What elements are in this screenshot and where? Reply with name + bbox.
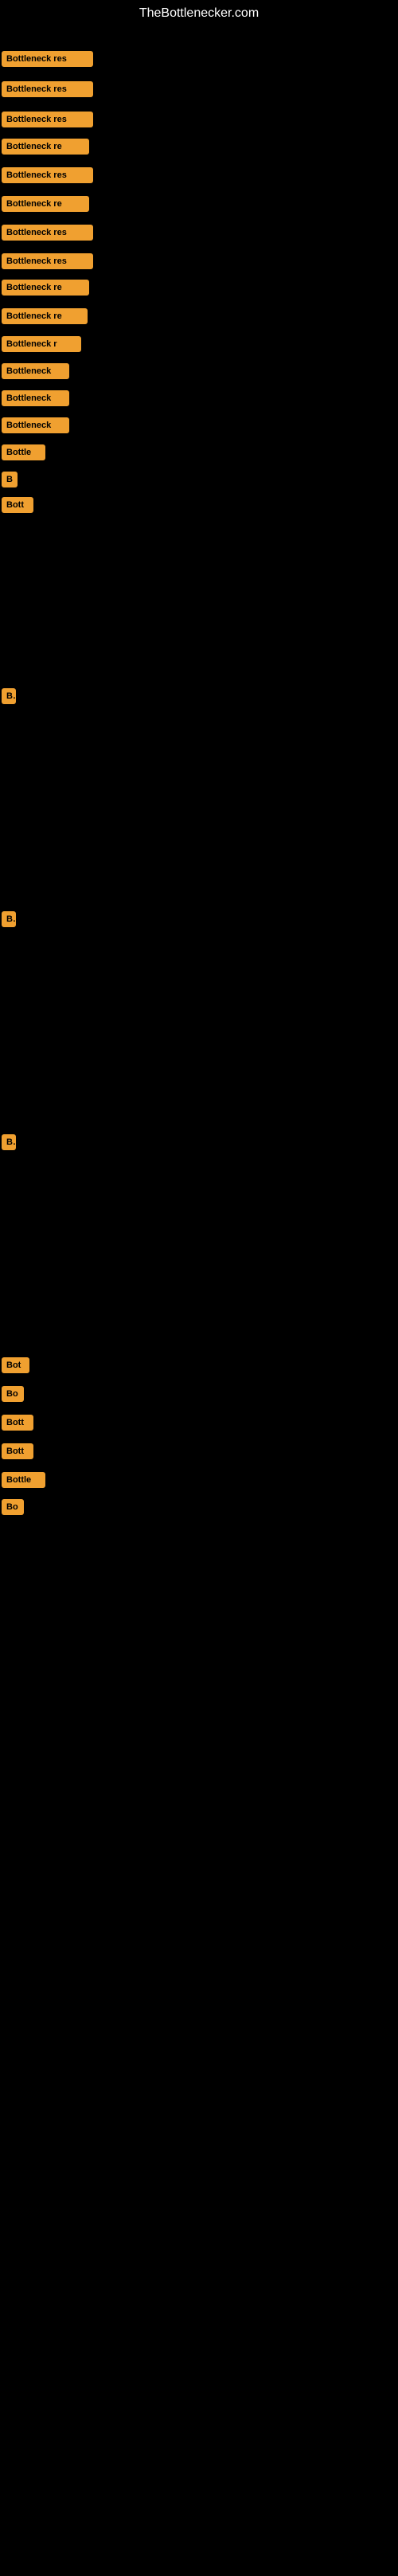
button-item-wrapper-7: Bottleneck res <box>2 225 93 245</box>
bottleneck-button-8[interactable]: Bottleneck res <box>2 253 93 269</box>
button-item-wrapper-15: Bottle <box>2 444 45 464</box>
bottleneck-button-1[interactable]: Bottleneck res <box>2 51 93 67</box>
button-item-wrapper-14: Bottleneck <box>2 417 69 437</box>
bottleneck-button-21[interactable]: Bot <box>2 1357 29 1373</box>
bottleneck-button-4[interactable]: Bottleneck re <box>2 139 89 155</box>
bottleneck-button-20[interactable]: B <box>2 1134 16 1150</box>
bottleneck-button-6[interactable]: Bottleneck re <box>2 196 89 212</box>
bottleneck-button-12[interactable]: Bottleneck <box>2 363 69 379</box>
button-item-wrapper-11: Bottleneck r <box>2 336 81 356</box>
button-item-wrapper-1: Bottleneck res <box>2 51 93 71</box>
bottleneck-button-10[interactable]: Bottleneck re <box>2 308 88 324</box>
button-item-wrapper-24: Bott <box>2 1443 33 1463</box>
button-item-wrapper-8: Bottleneck res <box>2 253 93 273</box>
bottleneck-button-26[interactable]: Bo <box>2 1499 24 1515</box>
button-item-wrapper-18: B <box>2 688 16 708</box>
button-item-wrapper-20: B <box>2 1134 16 1154</box>
button-item-wrapper-19: B <box>2 911 16 931</box>
button-item-wrapper-22: Bo <box>2 1386 24 1406</box>
bottleneck-button-17[interactable]: Bott <box>2 497 33 513</box>
bottleneck-button-22[interactable]: Bo <box>2 1386 24 1402</box>
button-item-wrapper-25: Bottle <box>2 1472 45 1492</box>
button-item-wrapper-23: Bott <box>2 1415 33 1435</box>
bottleneck-button-24[interactable]: Bott <box>2 1443 33 1459</box>
button-item-wrapper-3: Bottleneck res <box>2 112 93 131</box>
button-item-wrapper-13: Bottleneck <box>2 390 69 410</box>
button-item-wrapper-21: Bot <box>2 1357 29 1377</box>
bottleneck-button-3[interactable]: Bottleneck res <box>2 112 93 127</box>
button-item-wrapper-2: Bottleneck res <box>2 81 93 101</box>
button-item-wrapper-17: Bott <box>2 497 33 517</box>
bottleneck-button-19[interactable]: B <box>2 911 16 927</box>
bottleneck-button-15[interactable]: Bottle <box>2 444 45 460</box>
bottleneck-button-2[interactable]: Bottleneck res <box>2 81 93 97</box>
button-item-wrapper-26: Bo <box>2 1499 24 1519</box>
bottleneck-button-13[interactable]: Bottleneck <box>2 390 69 406</box>
bottleneck-button-25[interactable]: Bottle <box>2 1472 45 1488</box>
button-item-wrapper-12: Bottleneck <box>2 363 69 383</box>
bottleneck-button-7[interactable]: Bottleneck res <box>2 225 93 241</box>
bottleneck-button-14[interactable]: Bottleneck <box>2 417 69 433</box>
bottleneck-button-5[interactable]: Bottleneck res <box>2 167 93 183</box>
bottleneck-button-18[interactable]: B <box>2 688 16 704</box>
button-item-wrapper-9: Bottleneck re <box>2 280 89 299</box>
site-title: TheBottlenecker.com <box>0 0 398 27</box>
bottleneck-button-11[interactable]: Bottleneck r <box>2 336 81 352</box>
button-item-wrapper-6: Bottleneck re <box>2 196 89 216</box>
button-item-wrapper-10: Bottleneck re <box>2 308 88 328</box>
bottleneck-button-16[interactable]: B <box>2 472 18 487</box>
bottleneck-button-9[interactable]: Bottleneck re <box>2 280 89 296</box>
button-item-wrapper-5: Bottleneck res <box>2 167 93 187</box>
bottleneck-button-23[interactable]: Bott <box>2 1415 33 1431</box>
button-item-wrapper-4: Bottleneck re <box>2 139 89 159</box>
button-item-wrapper-16: B <box>2 472 18 491</box>
